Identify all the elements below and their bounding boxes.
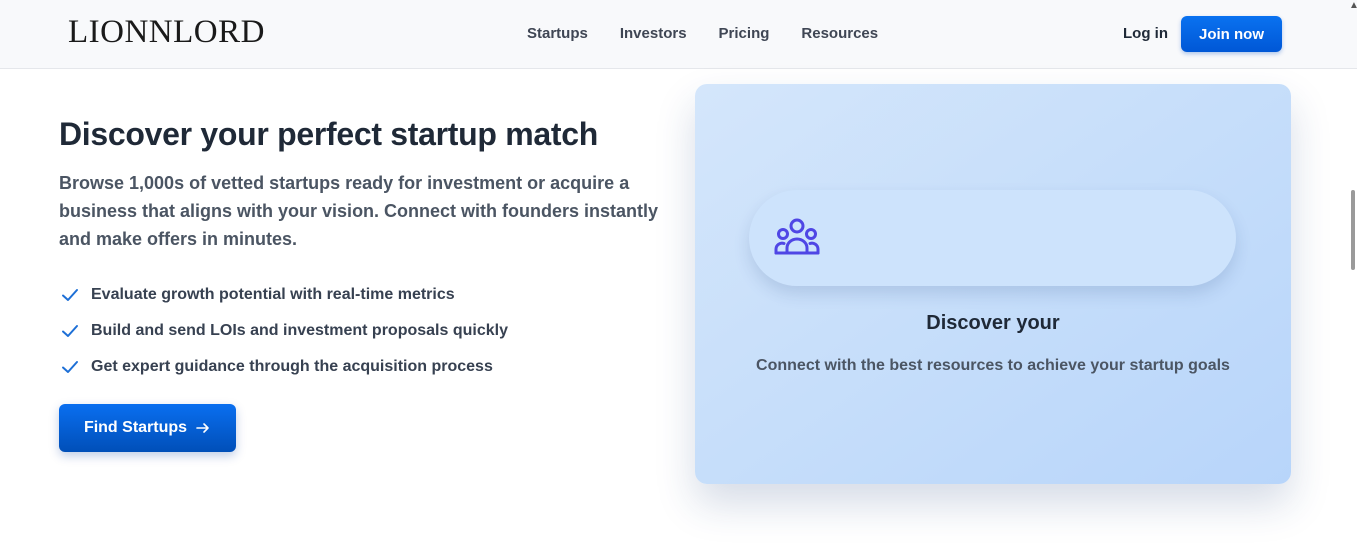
login-link[interactable]: Log in: [1123, 25, 1168, 42]
check-icon: [62, 289, 78, 301]
feature-list: Evaluate growth potential with real-time…: [60, 277, 508, 385]
scroll-up-arrow-icon[interactable]: ▲: [1349, 0, 1357, 11]
nav-startups[interactable]: Startups: [527, 25, 588, 42]
feature-card: Discover your Connect with the best reso…: [695, 84, 1291, 484]
feature-item: Evaluate growth potential with real-time…: [60, 277, 508, 313]
brand-logo[interactable]: LIONNLORD: [68, 14, 265, 51]
feature-text: Get expert guidance through the acquisit…: [91, 358, 493, 375]
main-nav: Startups Investors Pricing Resources: [527, 25, 910, 42]
feature-item: Get expert guidance through the acquisit…: [60, 349, 508, 385]
arrow-right-icon: [196, 423, 209, 433]
nav-investors[interactable]: Investors: [620, 25, 687, 42]
feature-text: Evaluate growth potential with real-time…: [91, 286, 455, 303]
nav-pricing[interactable]: Pricing: [719, 25, 770, 42]
nav-resources[interactable]: Resources: [801, 25, 878, 42]
users-icon: [774, 218, 820, 255]
feature-text: Build and send LOIs and investment propo…: [91, 322, 508, 339]
card-title: Discover your: [926, 312, 1060, 334]
feature-item: Build and send LOIs and investment propo…: [60, 313, 508, 349]
scrollbar-thumb[interactable]: [1351, 190, 1355, 270]
hero-title: Discover your perfect startup match: [59, 116, 599, 152]
check-icon: [62, 361, 78, 373]
find-startups-button[interactable]: Find Startups: [59, 404, 236, 452]
find-startups-label: Find Startups: [83, 419, 188, 436]
join-now-button[interactable]: Join now: [1181, 16, 1282, 52]
check-icon: [62, 325, 78, 337]
icon-pill: [749, 190, 1236, 286]
site-header: LIONNLORD Startups Investors Pricing Res…: [0, 0, 1357, 69]
hero-description: Browse 1,000s of vetted startups ready f…: [59, 173, 659, 249]
card-subtitle: Connect with the best resources to achie…: [756, 357, 1230, 374]
